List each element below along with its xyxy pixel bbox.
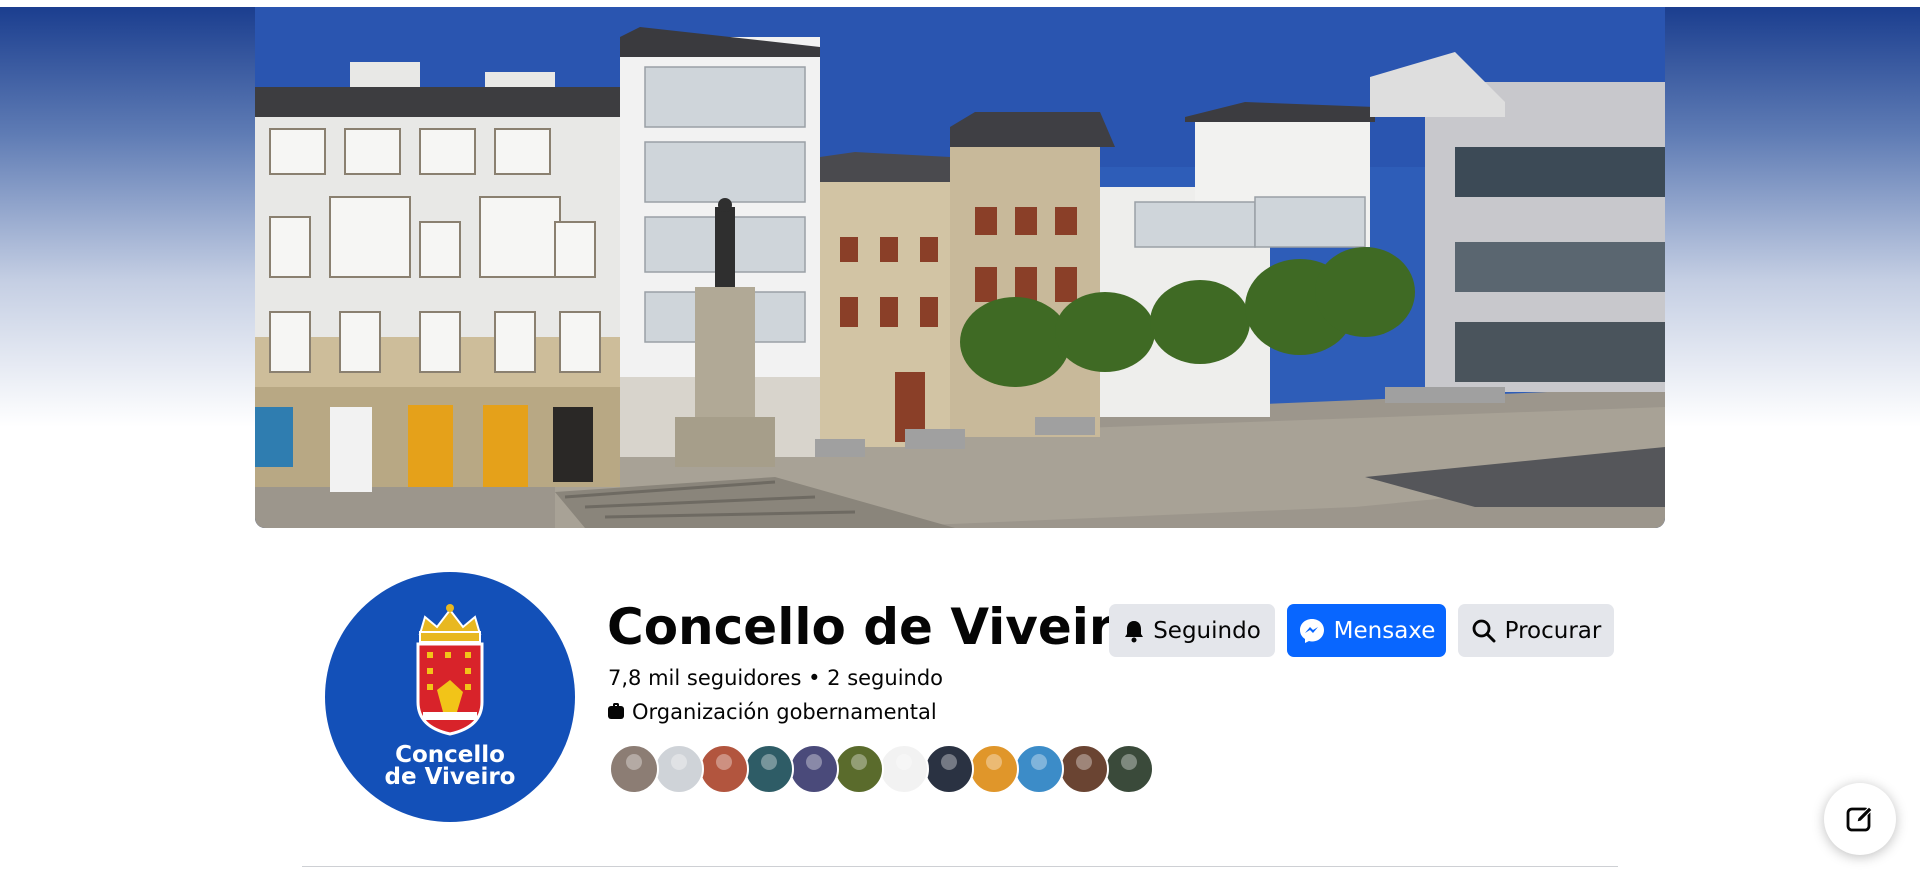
search-label: Procurar bbox=[1504, 617, 1602, 644]
messenger-icon bbox=[1299, 618, 1324, 643]
avatar-silhouette bbox=[671, 754, 687, 770]
profile-avatar[interactable]: Concello de Viveiro bbox=[323, 570, 577, 824]
compose-icon bbox=[1846, 806, 1873, 832]
avatar-silhouette bbox=[986, 754, 1002, 770]
following-label: Seguindo bbox=[1153, 617, 1261, 644]
mutual-follower-avatar[interactable] bbox=[1059, 744, 1109, 794]
avatar-silhouette bbox=[851, 754, 867, 770]
avatar-silhouette bbox=[716, 754, 732, 770]
followers-count[interactable]: 7,8 mil seguidores • 2 seguindo bbox=[608, 666, 943, 690]
top-strip bbox=[0, 0, 1920, 7]
mutual-follower-avatar[interactable] bbox=[789, 744, 839, 794]
avatar-silhouette bbox=[761, 754, 777, 770]
avatar-silhouette bbox=[1076, 754, 1092, 770]
following-button[interactable]: Seguindo bbox=[1109, 604, 1275, 657]
mutual-follower-avatar[interactable] bbox=[924, 744, 974, 794]
bell-icon bbox=[1125, 620, 1144, 642]
cover-photo-image bbox=[255, 7, 1665, 528]
avatar-caption: Concello de Viveiro bbox=[325, 742, 575, 790]
avatar-silhouette bbox=[941, 754, 957, 770]
page-category: Organización gobernamental bbox=[608, 700, 937, 724]
mutual-followers-list bbox=[609, 744, 1154, 794]
avatar-silhouette bbox=[896, 754, 912, 770]
mutual-follower-avatar[interactable] bbox=[609, 744, 659, 794]
mutual-follower-avatar[interactable] bbox=[834, 744, 884, 794]
avatar-line-2: de Viveiro bbox=[384, 764, 516, 790]
mutual-follower-avatar[interactable] bbox=[744, 744, 794, 794]
search-icon bbox=[1472, 619, 1496, 642]
avatar-silhouette bbox=[1121, 754, 1137, 770]
mutual-follower-avatar[interactable] bbox=[699, 744, 749, 794]
message-button[interactable]: Mensaxe bbox=[1287, 604, 1446, 657]
compose-button[interactable] bbox=[1824, 783, 1896, 855]
cover-photo[interactable] bbox=[255, 7, 1665, 528]
mutual-follower-avatar[interactable] bbox=[1014, 744, 1064, 794]
search-button[interactable]: Procurar bbox=[1458, 604, 1614, 657]
briefcase-icon bbox=[608, 702, 624, 719]
mutual-follower-avatar[interactable] bbox=[1104, 744, 1154, 794]
category-label: Organización gobernamental bbox=[632, 700, 937, 724]
avatar-silhouette bbox=[1031, 754, 1047, 770]
mutual-follower-avatar[interactable] bbox=[969, 744, 1019, 794]
section-divider bbox=[302, 866, 1618, 867]
message-label: Mensaxe bbox=[1333, 617, 1436, 644]
avatar-silhouette bbox=[806, 754, 822, 770]
avatar-line-1: Concello bbox=[395, 742, 505, 768]
avatar-logo: Concello de Viveiro bbox=[325, 572, 575, 822]
mutual-follower-avatar[interactable] bbox=[654, 744, 704, 794]
mutual-follower-avatar[interactable] bbox=[879, 744, 929, 794]
page-title: Concello de Viveiro bbox=[607, 598, 1148, 656]
avatar-silhouette bbox=[626, 754, 642, 770]
